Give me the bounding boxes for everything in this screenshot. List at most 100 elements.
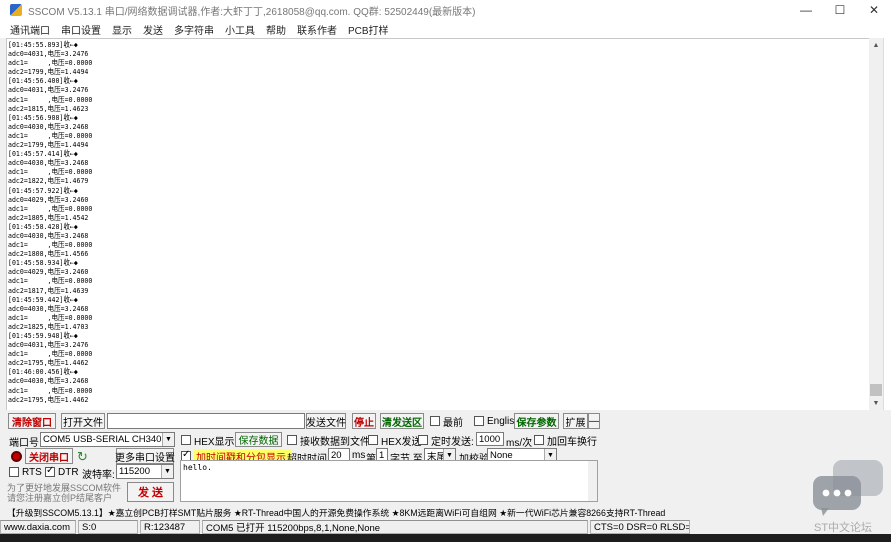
taskbar-strip bbox=[0, 534, 891, 542]
receive-log[interactable]: [01:45:55.893]收←◆ adc0=4031,电压=3.2476 adc1… bbox=[6, 38, 869, 410]
menu-port[interactable]: 通讯端口 bbox=[10, 22, 50, 37]
send-file-button[interactable]: 发送文件 bbox=[306, 413, 346, 429]
log-line: adc2=1795,电压=1.4462 bbox=[8, 394, 89, 404]
baud-select-value: 115200 bbox=[119, 466, 150, 477]
log-line: [01:45:56.400]收←◆ bbox=[8, 76, 78, 86]
log-line: adc0=4029,电压=3.2460 bbox=[8, 194, 89, 204]
app-logo-icon bbox=[10, 4, 22, 16]
dtr-checkbox-box[interactable] bbox=[45, 465, 55, 477]
expand-button[interactable]: 扩展 bbox=[563, 413, 588, 429]
menu-pcb[interactable]: PCB打样 bbox=[348, 22, 389, 37]
stop-button[interactable]: 停止 bbox=[352, 413, 376, 429]
log-line: [01:45:56.908]收←◆ bbox=[8, 112, 78, 122]
collapse-button[interactable]: — bbox=[588, 413, 600, 429]
log-line: adc1= ,电压=0.0000 bbox=[8, 240, 93, 250]
log-line: adc1= ,电压=0.0000 bbox=[8, 276, 93, 286]
latest-checkbox[interactable]: 最前 bbox=[430, 414, 463, 429]
menu-help[interactable]: 帮助 bbox=[266, 22, 286, 37]
hex-send-checkbox[interactable]: HEX发送 bbox=[368, 433, 422, 448]
more-settings-button[interactable]: 更多串口设置 bbox=[115, 448, 175, 464]
log-line: adc0=4030,电压=3.2468 bbox=[8, 303, 89, 313]
close-port-button[interactable]: 关闭串口 bbox=[25, 448, 73, 464]
english-checkbox-box[interactable] bbox=[474, 416, 484, 426]
log-line: adc1= ,电压=0.0000 bbox=[8, 349, 93, 359]
open-file-button[interactable]: 打开文件 bbox=[61, 413, 105, 429]
interval-input[interactable]: 1000 bbox=[476, 432, 504, 446]
promo-line-2: 请您注册嘉立创P结尾客户 bbox=[7, 493, 113, 503]
ad-bar[interactable]: 【升级到SSCOM5.13.1】★嘉立创PCB打样SMT贴片服务 ★RT-Thr… bbox=[0, 505, 891, 520]
menu-tools[interactable]: 小工具 bbox=[225, 22, 255, 37]
log-line: adc2=1805,电压=1.4542 bbox=[8, 212, 89, 222]
recv-to-file-checkbox[interactable]: 接收数据到文件 bbox=[287, 433, 370, 448]
port-select-value: COM5 USB-SERIAL CH340 bbox=[43, 434, 162, 445]
right-edge-panel bbox=[883, 38, 891, 410]
close-button[interactable]: ✕ bbox=[857, 0, 891, 20]
port-label: 端口号 bbox=[9, 438, 39, 449]
hex-send-label: HEX发送 bbox=[381, 436, 422, 448]
menu-display[interactable]: 显示 bbox=[112, 22, 132, 37]
rts-checkbox[interactable]: RTS bbox=[9, 465, 42, 479]
log-line: adc0=4029,电压=3.2460 bbox=[8, 267, 89, 277]
recv-to-file-checkbox-box[interactable] bbox=[287, 435, 297, 445]
scroll-up-arrow-icon[interactable]: ▲ bbox=[869, 38, 883, 52]
dtr-checkbox[interactable]: DTR bbox=[45, 465, 79, 479]
menu-multi-string[interactable]: 多字符串 bbox=[174, 22, 214, 37]
scrollbar-thumb[interactable] bbox=[870, 384, 882, 396]
hex-display-checkbox[interactable]: HEX显示 bbox=[181, 433, 235, 448]
log-line: adc0=4031,电压=3.2476 bbox=[8, 340, 89, 350]
log-line: adc2=1795,电压=1.4462 bbox=[8, 358, 89, 368]
window-title: SSCOM V5.13.1 串口/网络数据调试器,作者:大虾丁丁,2618058… bbox=[28, 6, 476, 18]
dtr-label: DTR bbox=[58, 466, 79, 478]
clear-send-button[interactable]: 清发送区 bbox=[380, 413, 424, 429]
send-button[interactable]: 发 送 bbox=[127, 482, 174, 502]
port-select[interactable]: COM5 USB-SERIAL CH340 ▼ bbox=[40, 432, 175, 447]
maximize-button[interactable]: ☐ bbox=[823, 0, 857, 20]
menu-send[interactable]: 发送 bbox=[143, 22, 163, 37]
port-state: COM5 已打开 115200bps,8,1,None,None bbox=[202, 520, 588, 534]
log-line: adc1= ,电压=0.0000 bbox=[8, 58, 93, 68]
timed-send-checkbox[interactable]: 定时发送: bbox=[418, 433, 474, 448]
log-line: adc2=1808,电压=1.4566 bbox=[8, 249, 89, 259]
rts-checkbox-box[interactable] bbox=[9, 467, 19, 477]
log-line: adc2=1822,电压=1.4679 bbox=[8, 176, 89, 186]
latest-checkbox-box[interactable] bbox=[430, 416, 440, 426]
chevron-down-icon[interactable]: ▼ bbox=[162, 433, 174, 446]
menu-serial-settings[interactable]: 串口设置 bbox=[61, 22, 101, 37]
log-line: adc2=1825,电压=1.4703 bbox=[8, 321, 89, 331]
title-bar: SSCOM V5.13.1 串口/网络数据调试器,作者:大虾丁丁,2618058… bbox=[0, 0, 891, 20]
log-line: [01:45:55.893]收←◆ bbox=[8, 40, 78, 49]
add-crlf-checkbox[interactable]: 加回车换行 bbox=[534, 433, 597, 448]
log-line: adc1= ,电压=0.0000 bbox=[8, 312, 93, 322]
status-bar: www.daxia.com S:0 R:123487 COM5 已打开 1152… bbox=[0, 520, 891, 534]
hex-send-checkbox-box[interactable] bbox=[368, 435, 378, 445]
log-line: [01:45:58.428]收←◆ bbox=[8, 221, 78, 231]
receive-log-scrollbar[interactable]: ▲ ▼ bbox=[869, 38, 883, 410]
file-path-input[interactable] bbox=[107, 413, 305, 429]
website-link[interactable]: www.daxia.com bbox=[0, 520, 76, 534]
chevron-down-icon[interactable]: ▼ bbox=[161, 465, 173, 478]
save-params-button[interactable]: 保存参数 bbox=[514, 413, 559, 429]
log-line: adc0=4031,电压=3.2476 bbox=[8, 85, 89, 95]
timed-send-checkbox-box[interactable] bbox=[418, 435, 428, 445]
add-crlf-label: 加回车换行 bbox=[547, 436, 597, 448]
baud-label: 波特率: bbox=[82, 470, 115, 481]
sent-count: S:0 bbox=[78, 520, 138, 534]
line-status: CTS=0 DSR=0 RLSD=0 bbox=[590, 520, 690, 534]
refresh-icon[interactable]: ↻ bbox=[77, 449, 88, 465]
send-text-input[interactable]: hello. bbox=[180, 460, 598, 502]
save-data-button[interactable]: 保存数据 bbox=[235, 432, 282, 447]
log-line: adc1= ,电压=0.0000 bbox=[8, 130, 93, 140]
add-crlf-checkbox-box[interactable] bbox=[534, 435, 544, 445]
hex-display-checkbox-box[interactable] bbox=[181, 435, 191, 445]
scroll-down-arrow-icon[interactable]: ▼ bbox=[869, 396, 883, 410]
log-line: adc0=4031,电压=3.2476 bbox=[8, 49, 89, 59]
minimize-button[interactable]: — bbox=[789, 0, 823, 20]
clear-window-button[interactable]: 清除窗口 bbox=[8, 413, 56, 429]
log-line: adc0=4030,电压=3.2468 bbox=[8, 121, 89, 131]
latest-label: 最前 bbox=[443, 417, 463, 429]
baud-select[interactable]: 115200 ▼ bbox=[116, 464, 174, 479]
english-checkbox[interactable]: English bbox=[474, 414, 520, 428]
menu-contact[interactable]: 联系作者 bbox=[297, 22, 337, 37]
log-line: [01:46:00.456]收←◆ bbox=[8, 367, 78, 377]
send-text-scrollbar[interactable] bbox=[588, 461, 597, 501]
